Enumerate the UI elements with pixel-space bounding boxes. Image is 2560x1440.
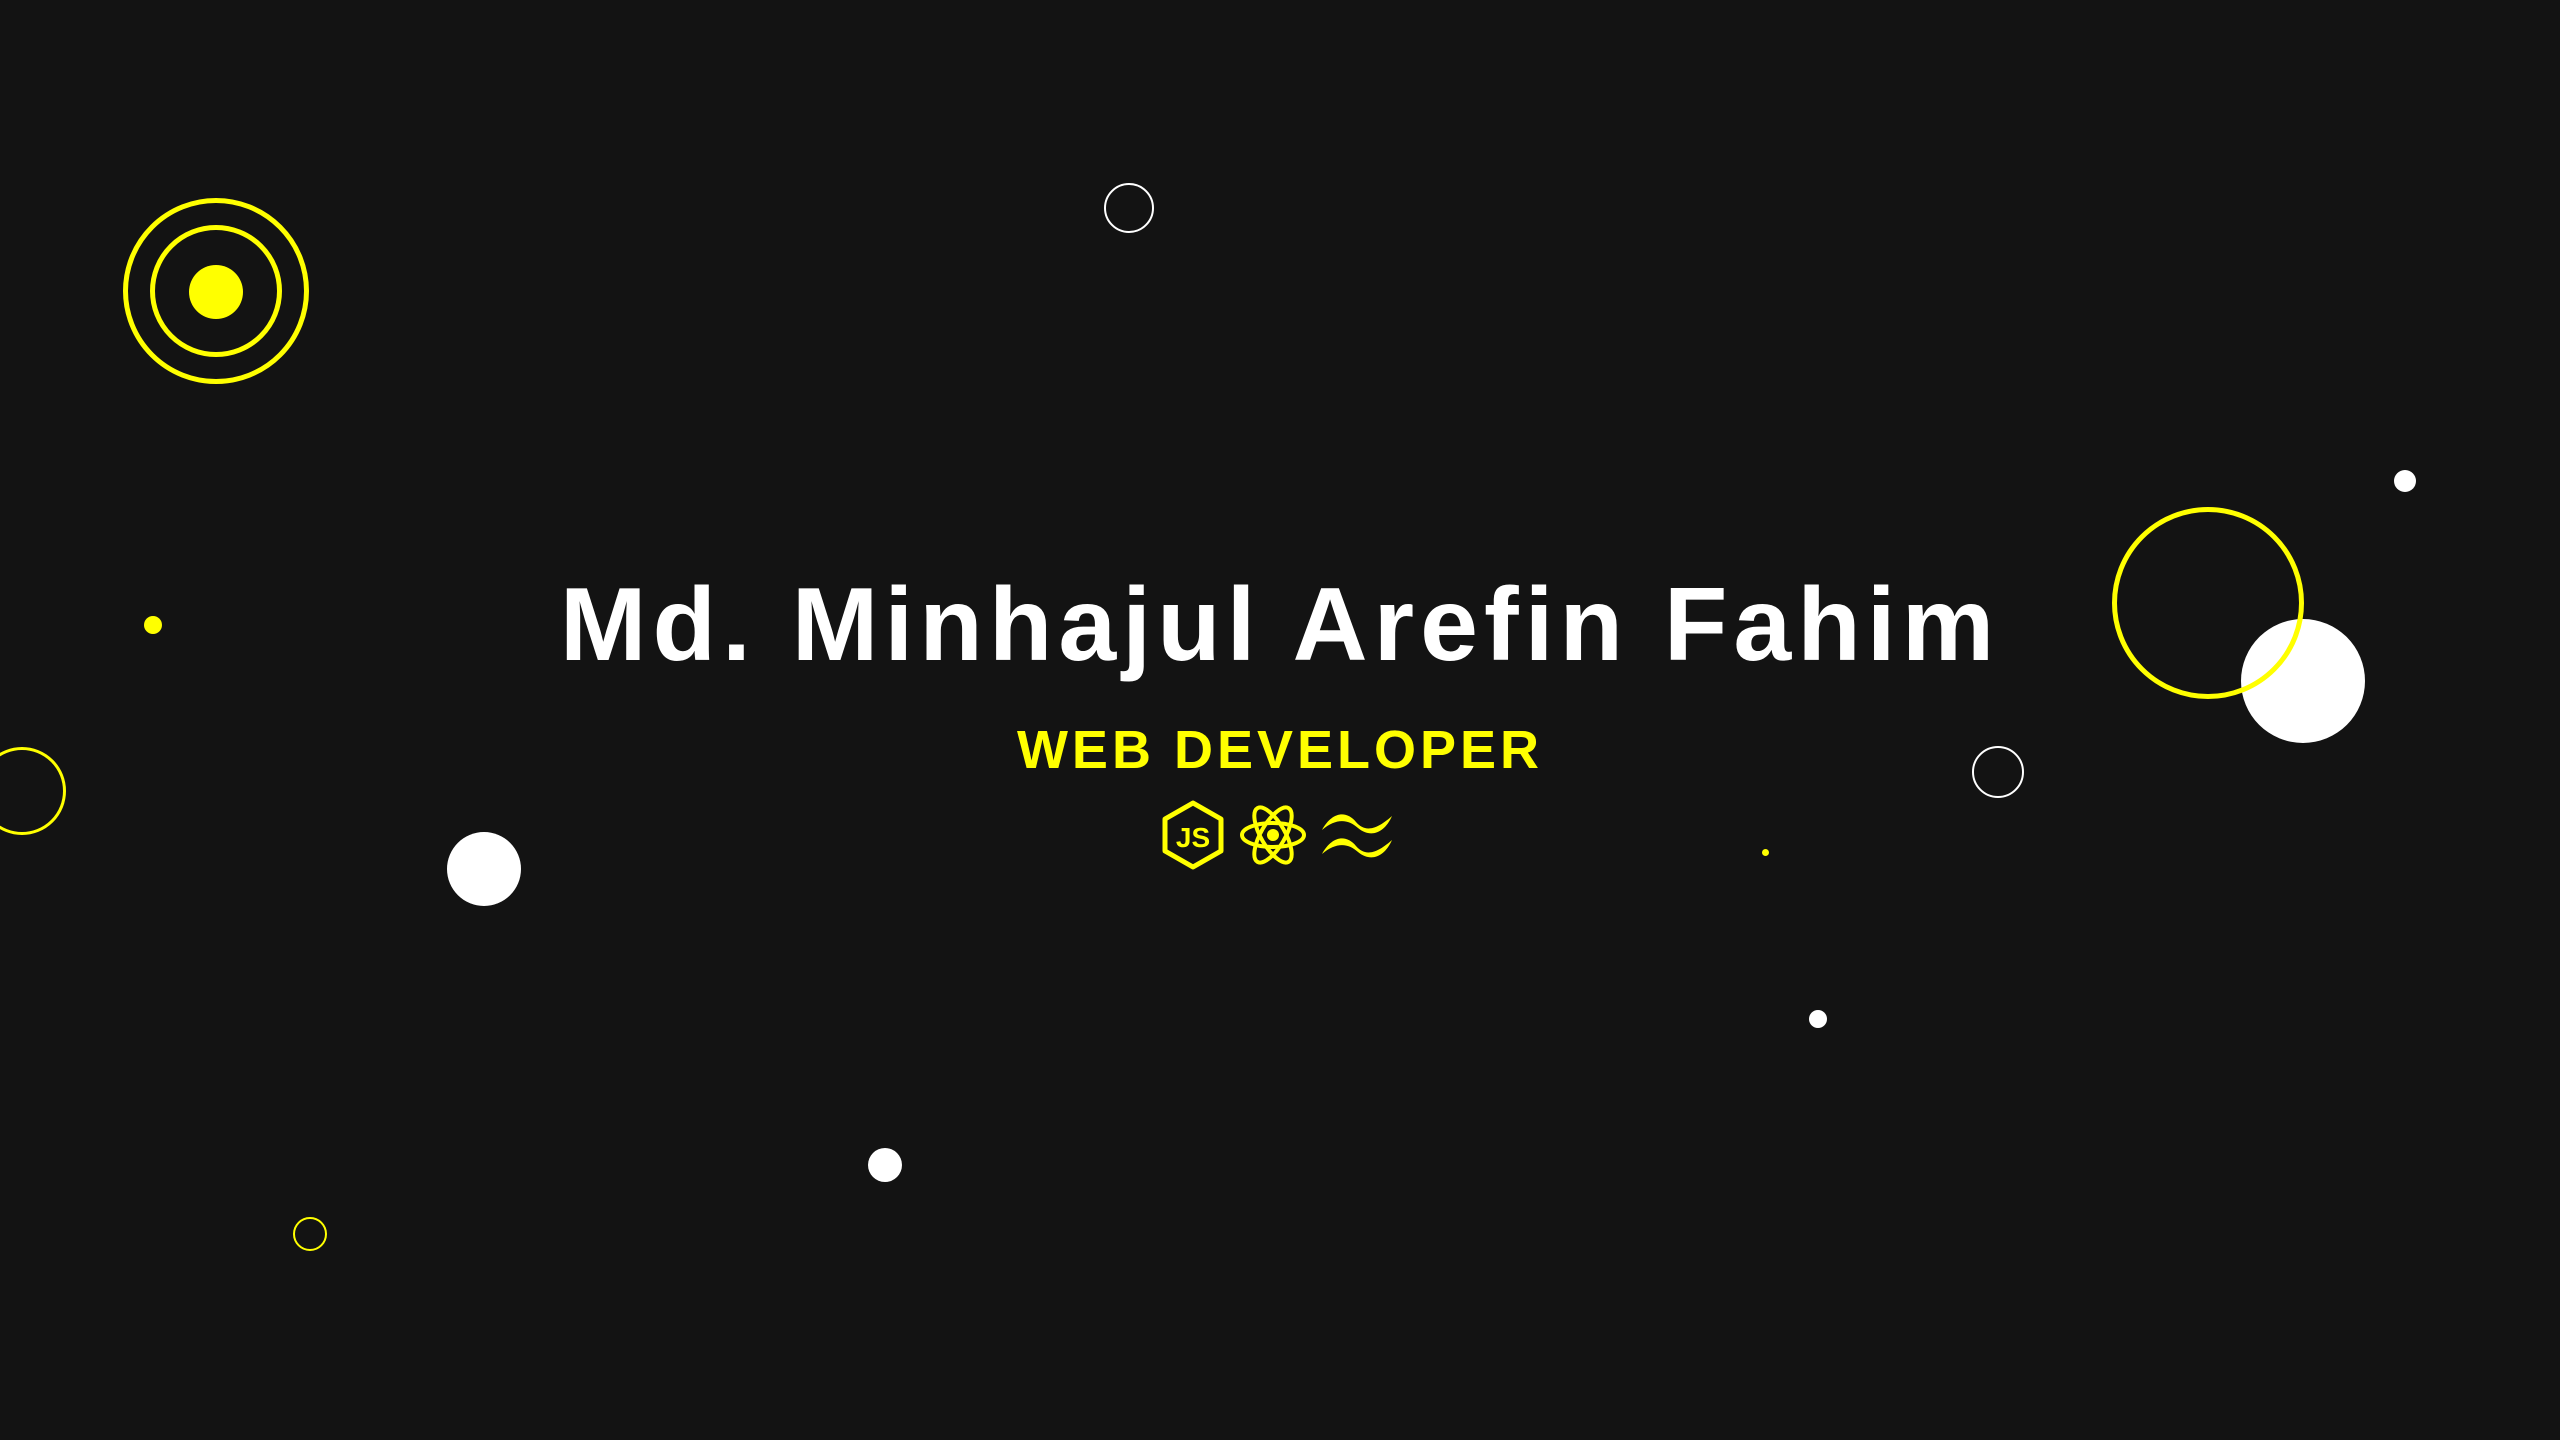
- target-dot: [189, 265, 243, 319]
- tech-icons-row: JS: [1160, 800, 1400, 870]
- tailwind-icon: [1322, 814, 1392, 858]
- white-dot-top-right: [2394, 470, 2416, 492]
- name-heading: Md. Minhajul Arefin Fahim: [559, 567, 2001, 683]
- white-dot-bottom: [868, 1148, 902, 1182]
- svg-text:JS: JS: [1176, 822, 1210, 853]
- yellow-dot-right: [1762, 849, 1769, 856]
- white-dot-right: [1809, 1010, 1827, 1028]
- white-dot-left: [447, 832, 521, 906]
- react-icon: [1240, 805, 1306, 865]
- nodejs-icon: JS: [1162, 800, 1224, 870]
- role-subtitle: WEB DEVELOPER: [1016, 720, 1544, 780]
- banner: Md. Minhajul Arefin Fahim WEB DEVELOPER …: [0, 0, 2560, 1440]
- ring-bottom-left: [293, 1217, 327, 1251]
- ring-top-center: [1104, 183, 1154, 233]
